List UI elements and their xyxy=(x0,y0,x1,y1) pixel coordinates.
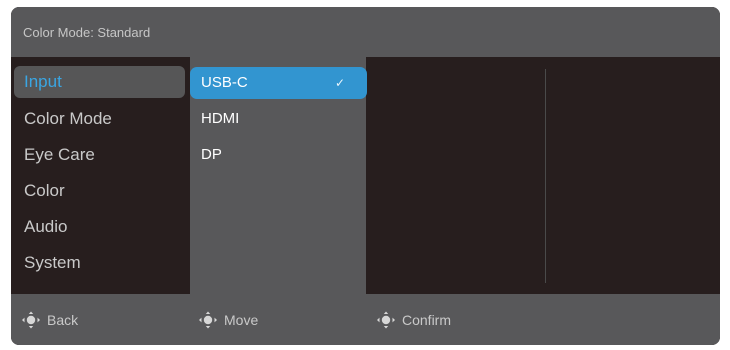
menu-item-color[interactable]: Color xyxy=(14,175,185,207)
menu-item-audio[interactable]: Audio xyxy=(14,211,185,243)
submenu-item-dp[interactable]: DP xyxy=(190,139,367,171)
hint-label: Move xyxy=(224,312,259,328)
menu-item-label: Input xyxy=(24,72,62,91)
column-divider xyxy=(545,69,546,283)
menu-item-eye-care[interactable]: Eye Care xyxy=(14,139,185,171)
submenu-item-label: DP xyxy=(201,146,222,163)
footer-bar: Back Move Confirm xyxy=(11,294,720,345)
submenu-item-hdmi[interactable]: HDMI xyxy=(190,103,367,135)
menu-item-input[interactable]: Input xyxy=(14,66,185,98)
menu-item-label: Color xyxy=(24,181,65,200)
submenu-item-label: HDMI xyxy=(201,110,240,127)
menu-item-label: Eye Care xyxy=(24,145,95,164)
submenu-item-usb-c[interactable]: USB-C ✓ xyxy=(190,67,367,99)
dpad-center-icon xyxy=(377,311,395,329)
menu-item-label: Audio xyxy=(24,217,68,236)
header-bar: Color Mode: Standard xyxy=(11,7,720,57)
menu-item-color-mode[interactable]: Color Mode xyxy=(14,103,185,135)
menu-item-label: System xyxy=(24,253,81,272)
submenu-item-label: USB-C xyxy=(201,74,248,91)
checkmark-icon: ✓ xyxy=(334,76,345,90)
dpad-updown-icon xyxy=(199,311,217,329)
dpad-left-icon xyxy=(22,311,40,329)
menu-item-label: Color Mode xyxy=(24,109,112,128)
osd-menu: Color Mode: Standard Input Color Mode Ey… xyxy=(11,7,720,345)
input-submenu: USB-C ✓ HDMI DP xyxy=(190,57,367,294)
menu-item-system[interactable]: System xyxy=(14,247,185,279)
hint-label: Confirm xyxy=(402,312,452,328)
color-mode-status: Color Mode: Standard xyxy=(23,25,151,40)
main-menu: Input Color Mode Eye Care Color Audio Sy… xyxy=(11,62,187,292)
hint-label: Back xyxy=(47,312,79,328)
